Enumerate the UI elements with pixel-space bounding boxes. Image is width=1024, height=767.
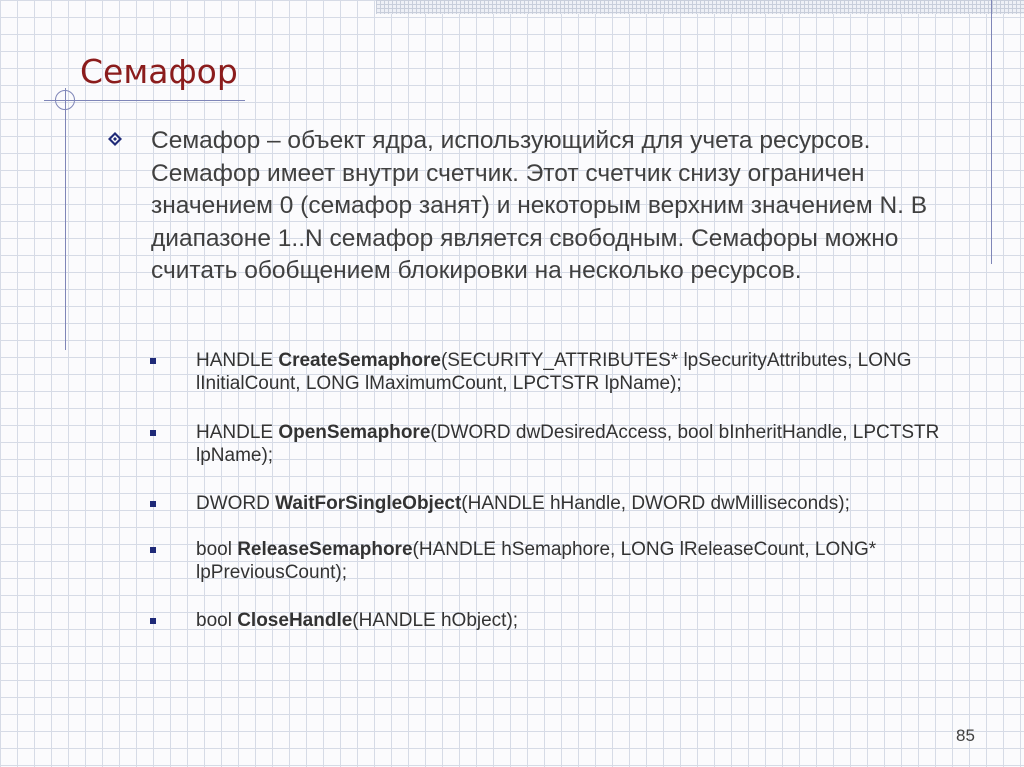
page-number: 85 [956,726,975,745]
decorative-circle [55,90,75,110]
list-item: HANDLE CreateSemaphore(SECURITY_ATTRIBUT… [150,349,986,395]
function-name: ReleaseSemaphore [237,539,413,560]
return-type: DWORD [196,493,276,514]
return-type: bool [196,610,238,631]
square-bullet-icon [150,547,156,553]
function-name: OpenSemaphore [278,422,431,443]
list-item: DWORD WaitForSingleObject(HANDLE hHandle… [150,492,986,515]
list-item: HANDLE OpenSemaphore(DWORD dwDesiredAcce… [150,421,986,467]
square-bullet-icon [150,618,156,624]
return-type: HANDLE [196,350,279,371]
return-type: HANDLE [196,422,279,443]
diamond-bullet-icon [108,132,122,146]
function-params: (HANDLE hHandle, DWORD dwMilliseconds); [461,493,850,514]
main-paragraph: Семафор – объект ядра, использующийся дл… [151,127,928,284]
function-params: (HANDLE hObject); [352,610,519,631]
function-name: WaitForSingleObject [275,493,462,514]
decorative-vertical-line-left [65,88,66,350]
square-bullet-icon [150,430,156,436]
square-bullet-icon [150,501,156,507]
function-name: CloseHandle [237,610,353,631]
slide-title: Семафор [80,52,238,91]
square-bullet-icon [150,358,156,364]
return-type: bool [196,539,238,560]
list-item: bool ReleaseSemaphore(HANDLE hSemaphore,… [150,538,986,584]
decorative-grid-band [376,0,1024,14]
decorative-vertical-line-right [991,0,992,264]
function-name: CreateSemaphore [278,350,441,371]
list-item: bool CloseHandle(HANDLE hObject); [150,609,986,632]
